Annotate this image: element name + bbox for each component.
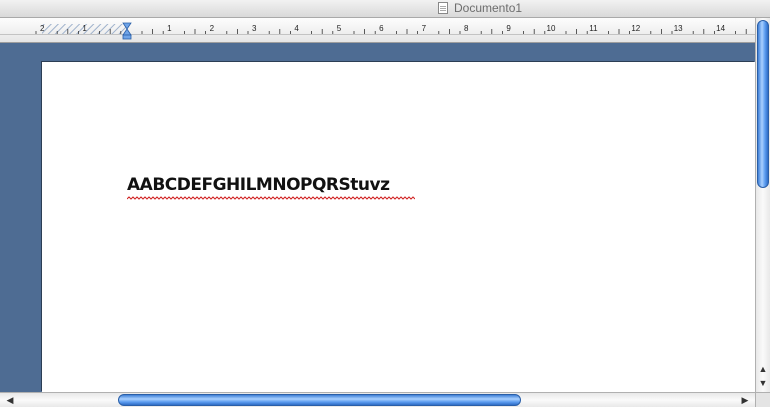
scroll-right-button[interactable]: ▶	[738, 393, 752, 407]
horizontal-scrollbar[interactable]: ◀ ▶	[0, 392, 755, 407]
vertical-scrollbar[interactable]: ▲ ▼	[755, 18, 770, 392]
scroll-up-button[interactable]: ▲	[756, 362, 770, 376]
document-page[interactable]: AABCDEFGHILMNOPQRStuvz	[42, 62, 755, 392]
ruler-label: 3	[252, 24, 257, 33]
title-bar: Documento1	[0, 0, 770, 18]
window-title: Documento1	[454, 1, 523, 15]
ruler-label: 7	[422, 24, 427, 33]
ruler-label: 11	[589, 24, 598, 33]
ruler-label: 13	[674, 24, 683, 33]
ruler-label: 9	[506, 24, 511, 33]
ruler-label: 10	[547, 24, 556, 33]
document-text[interactable]: AABCDEFGHILMNOPQRStuvz	[127, 175, 390, 195]
horizontal-scroll-thumb[interactable]	[118, 394, 521, 406]
vertical-scroll-thumb[interactable]	[757, 20, 769, 188]
ruler-label: 5	[337, 24, 342, 33]
horizontal-ruler[interactable]: 2 1 1 2 3 4 5 6 7 8 9 10 11 12 13 14	[0, 18, 755, 43]
ruler-label: 2	[210, 24, 215, 33]
ruler-label: 2	[40, 24, 45, 33]
scroll-down-button[interactable]: ▼	[756, 376, 770, 390]
ruler-label: 14	[716, 24, 725, 33]
ruler-label: 1	[82, 24, 87, 33]
scroll-left-button[interactable]: ◀	[3, 393, 17, 407]
ruler-label: 1	[167, 24, 172, 33]
ruler-label: 6	[379, 24, 384, 33]
ruler-label: 4	[294, 24, 299, 33]
spelling-error-underline	[127, 196, 415, 200]
ruler-scale: 2 1 1 2 3 4 5 6 7 8 9 10 11 12 13 14	[0, 22, 755, 40]
ruler-label: 12	[631, 24, 640, 33]
resize-corner	[755, 392, 770, 407]
document-icon	[438, 2, 448, 14]
ruler-label: 8	[464, 24, 469, 33]
left-indent-marker[interactable]	[122, 34, 132, 40]
